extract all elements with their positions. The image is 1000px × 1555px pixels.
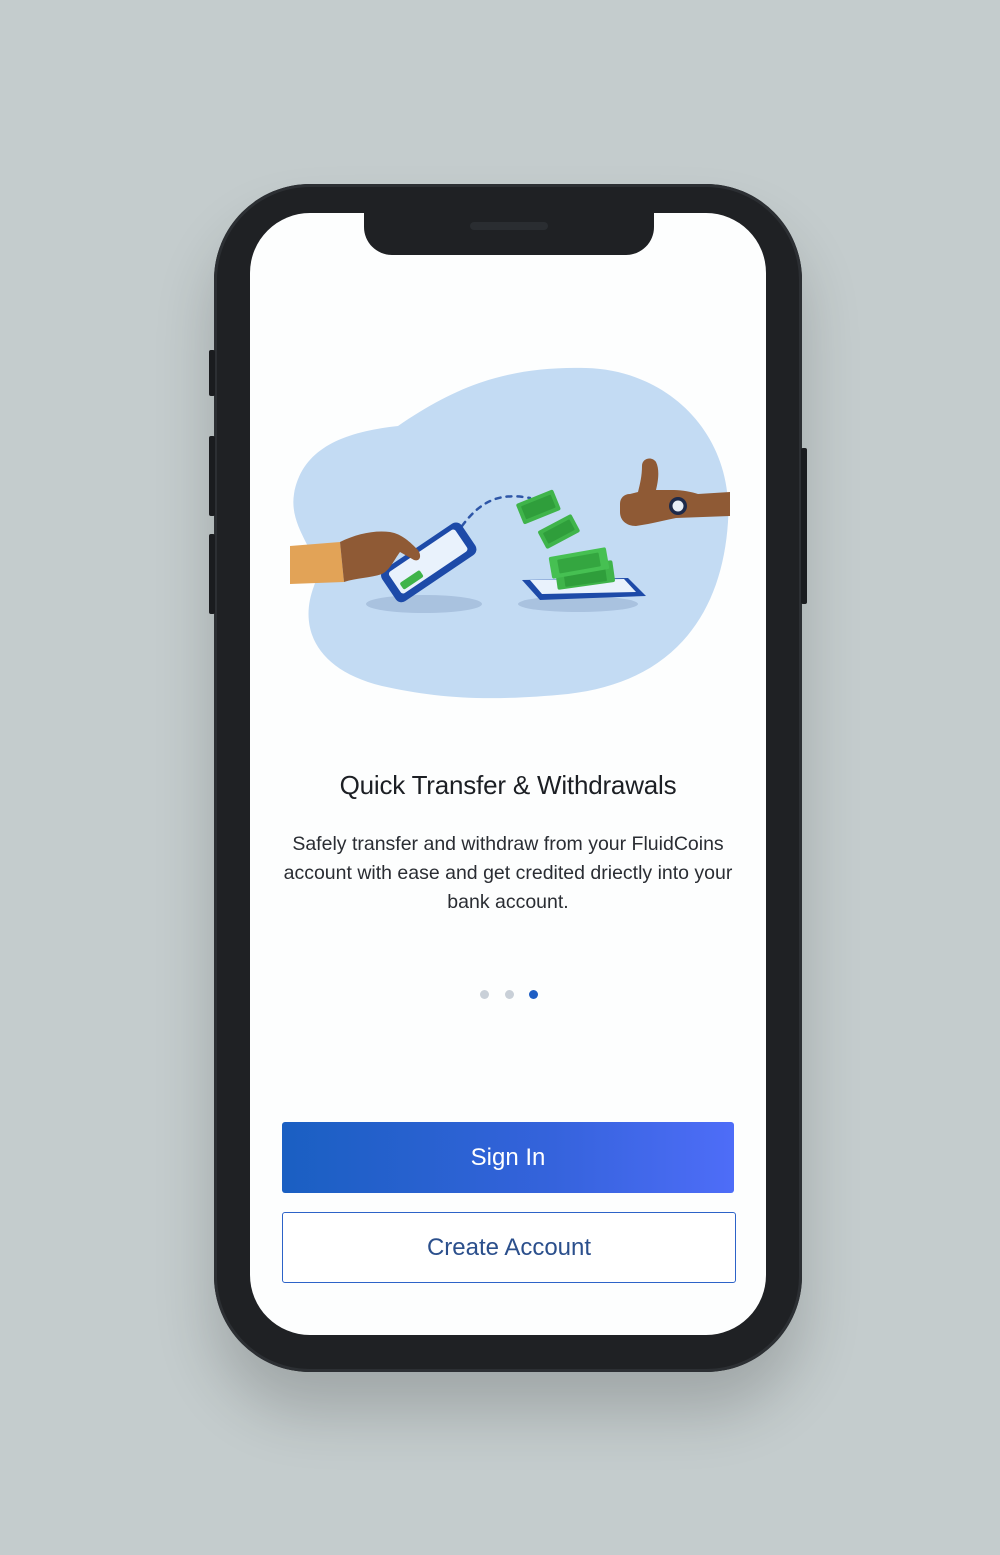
- sign-in-button[interactable]: Sign In: [282, 1122, 734, 1193]
- power-button: [801, 448, 807, 604]
- page-dot-2[interactable]: [505, 990, 514, 999]
- speaker-grille: [470, 222, 548, 230]
- create-account-button[interactable]: Create Account: [282, 1212, 736, 1283]
- page-dot-3[interactable]: [529, 990, 538, 999]
- money-transfer-illustration: [290, 367, 730, 699]
- onboarding-description: Safely transfer and withdraw from your F…: [283, 833, 733, 913]
- notch: [364, 213, 654, 255]
- left-sleeve: [290, 542, 344, 584]
- page-dot-1[interactable]: [480, 990, 489, 999]
- volume-up-button: [209, 436, 215, 516]
- volume-down-button: [209, 534, 215, 614]
- onboarding-title: Quick Transfer & Withdrawals: [339, 770, 677, 800]
- phone-shadow: [366, 595, 482, 613]
- background-blob: [293, 367, 729, 699]
- silent-switch: [209, 350, 215, 396]
- page-indicator: [475, 990, 545, 1000]
